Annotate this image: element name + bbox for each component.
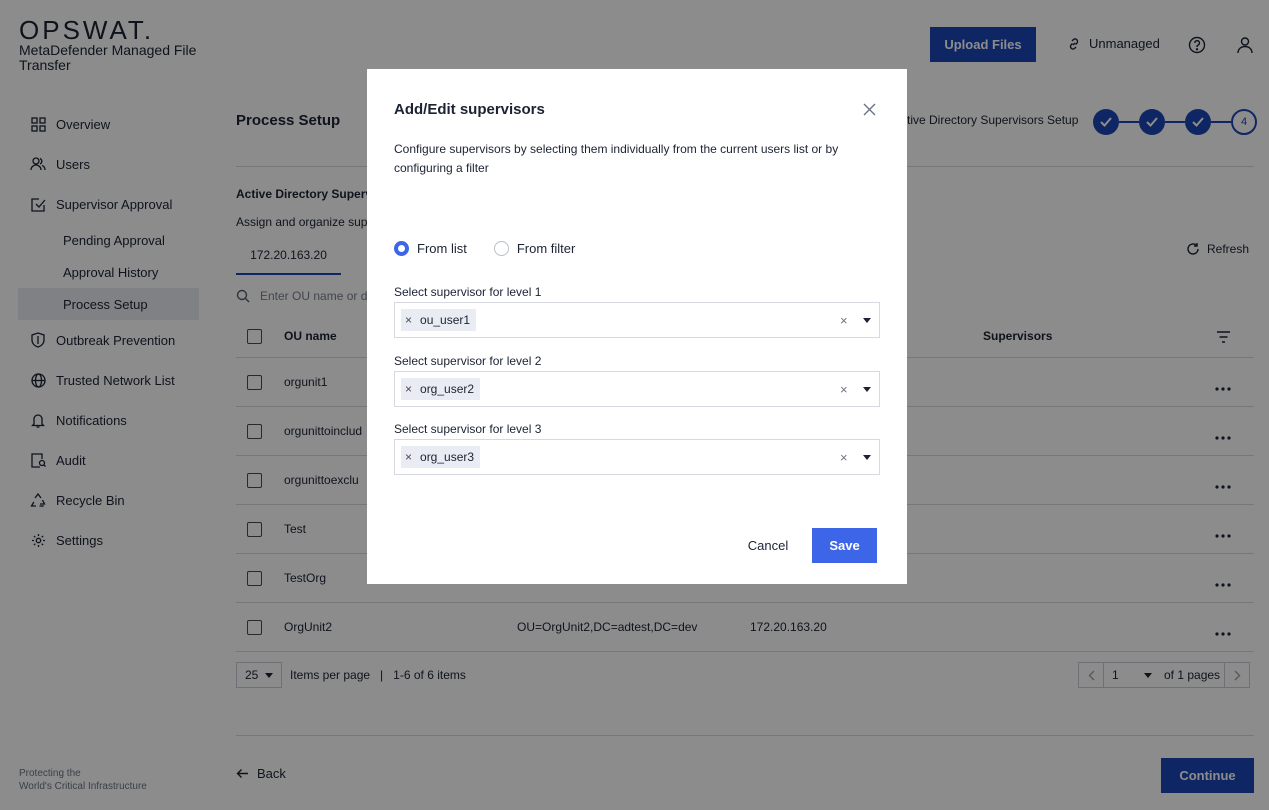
radio-selected-icon [394, 241, 409, 256]
save-button[interactable]: Save [812, 528, 877, 563]
level-1-label: Select supervisor for level 1 [394, 285, 542, 299]
remove-chip-icon[interactable]: × [405, 382, 412, 396]
radio-label: From list [417, 241, 467, 256]
add-edit-supervisors-dialog: Add/Edit supervisors Configure superviso… [367, 69, 907, 584]
chevron-down-icon[interactable] [863, 455, 871, 460]
selected-user-chip: × ou_user1 [401, 309, 477, 331]
level-3-supervisor-select[interactable]: × org_user3 × [394, 439, 880, 475]
dialog-title: Add/Edit supervisors [394, 101, 545, 118]
chevron-down-icon[interactable] [863, 387, 871, 392]
cancel-button[interactable]: Cancel [738, 528, 798, 563]
chip-label: org_user3 [420, 450, 475, 464]
level-3-label: Select supervisor for level 3 [394, 422, 542, 436]
chevron-down-icon[interactable] [863, 318, 871, 323]
level-2-supervisor-select[interactable]: × org_user2 × [394, 371, 880, 407]
level-2-label: Select supervisor for level 2 [394, 354, 542, 368]
clear-icon[interactable]: × [840, 382, 848, 397]
clear-icon[interactable]: × [840, 450, 848, 465]
selected-user-chip: × org_user3 [401, 446, 481, 468]
selected-user-chip: × org_user2 [401, 378, 481, 400]
chip-label: org_user2 [420, 382, 475, 396]
chip-label: ou_user1 [420, 313, 471, 327]
radio-from-list[interactable]: From list [394, 241, 467, 256]
radio-unselected-icon [493, 241, 509, 256]
close-icon[interactable] [863, 103, 876, 119]
remove-chip-icon[interactable]: × [405, 313, 412, 327]
remove-chip-icon[interactable]: × [405, 450, 412, 464]
radio-from-filter[interactable]: From filter [493, 241, 576, 256]
radio-label: From filter [516, 241, 576, 256]
clear-icon[interactable]: × [840, 313, 848, 328]
dialog-description: Configure supervisors by selecting them … [394, 142, 839, 175]
source-radio-group: From list From filter [394, 241, 602, 256]
level-1-supervisor-select[interactable]: × ou_user1 × [394, 302, 880, 338]
